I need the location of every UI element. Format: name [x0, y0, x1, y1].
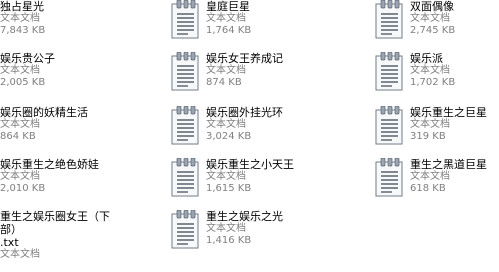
file-type: 文本文档	[410, 65, 450, 76]
file-item[interactable]: 娱乐派 文本文档 1,702 KB	[372, 52, 499, 102]
file-name: 娱乐重生之小天王	[206, 158, 294, 171]
file-name: 娱乐女王养成记	[206, 52, 283, 65]
file-size: 319 KB	[410, 131, 446, 142]
notepad-text-file-icon[interactable]	[372, 52, 406, 94]
file-item[interactable]: 娱乐女王养成记 文本文档 874 KB	[168, 52, 328, 102]
file-item[interactable]: 重生之黑道巨星 文本文档 618 KB	[372, 158, 499, 208]
file-type: 文本文档	[206, 171, 246, 182]
file-type: 文本文档	[0, 65, 40, 76]
file-text: 娱乐贵公子 文本文档 2,005 KB	[0, 52, 124, 89]
file-name: 娱乐重生之绝色娇娃	[0, 158, 99, 171]
file-list-view: 独占星光 文本文档 7,843 KB 皇庭巨星 文本文档 1,764 KB 双面偶像 文本文档…	[0, 0, 499, 272]
file-item[interactable]: 独占星光 文本文档 7,843 KB	[0, 0, 160, 50]
file-type: 文本文档	[0, 119, 40, 130]
file-size: 1,416 KB	[206, 235, 252, 246]
file-size: 874 KB	[206, 77, 242, 88]
file-item[interactable]: 娱乐重生之绝色娇娃 文本文档 2,010 KB	[0, 158, 160, 208]
file-item[interactable]: 娱乐圈外挂光环 文本文档 3,024 KB	[168, 106, 328, 156]
file-name: 独占星光	[0, 0, 44, 13]
file-name: 娱乐圈的妖精生活	[0, 106, 88, 119]
file-name: 重生之黑道巨星	[410, 158, 487, 171]
file-text: 重生之娱乐圈女王（下部） .txt 文本文档	[0, 210, 124, 261]
file-name: 娱乐圈外挂光环	[206, 106, 283, 119]
notepad-text-file-icon[interactable]	[372, 0, 406, 42]
notepad-text-file-icon[interactable]	[168, 0, 202, 42]
file-text: 娱乐重生之巨星 文本文档 319 KB	[410, 106, 499, 143]
file-size: 2,745 KB	[410, 25, 456, 36]
file-text: 娱乐圈外挂光环 文本文档 3,024 KB	[206, 106, 330, 143]
file-name: 娱乐派	[410, 52, 443, 65]
file-type: 文本文档	[0, 13, 40, 24]
file-type: 文本文档	[206, 65, 246, 76]
file-size: 2,010 KB	[0, 183, 46, 194]
file-name: 重生之娱乐圈女王（下部） .txt	[0, 210, 110, 249]
file-item[interactable]: 重生之娱乐圈女王（下部） .txt 文本文档	[0, 210, 160, 260]
file-type: 文本文档	[0, 171, 40, 182]
file-type: 文本文档	[410, 119, 450, 130]
file-type: 文本文档	[410, 171, 450, 182]
file-text: 双面偶像 文本文档 2,745 KB	[410, 0, 499, 37]
file-type: 文本文档	[206, 223, 246, 234]
file-item[interactable]: 娱乐圈的妖精生活 文本文档 864 KB	[0, 106, 160, 156]
file-item[interactable]: 皇庭巨星 文本文档 1,764 KB	[168, 0, 328, 50]
file-type: 文本文档	[206, 119, 246, 130]
file-size: 1,615 KB	[206, 183, 252, 194]
file-size: 7,843 KB	[0, 25, 46, 36]
file-size: 2,005 KB	[0, 77, 46, 88]
file-type: 文本文档	[410, 13, 450, 24]
file-type: 文本文档	[0, 249, 40, 260]
file-size: 1,764 KB	[206, 25, 252, 36]
file-name: 重生之娱乐之光	[206, 210, 283, 223]
file-text: 娱乐圈的妖精生活 文本文档 864 KB	[0, 106, 124, 143]
file-size: 1,702 KB	[410, 77, 456, 88]
file-name: 双面偶像	[410, 0, 454, 13]
file-text: 娱乐女王养成记 文本文档 874 KB	[206, 52, 330, 89]
file-text: 重生之黑道巨星 文本文档 618 KB	[410, 158, 499, 195]
notepad-text-file-icon[interactable]	[168, 106, 202, 148]
file-item[interactable]: 重生之娱乐之光 文本文档 1,416 KB	[168, 210, 328, 260]
notepad-text-file-icon[interactable]	[168, 158, 202, 200]
file-item[interactable]: 娱乐贵公子 文本文档 2,005 KB	[0, 52, 160, 102]
file-text: 重生之娱乐之光 文本文档 1,416 KB	[206, 210, 330, 247]
file-text: 娱乐派 文本文档 1,702 KB	[410, 52, 499, 89]
file-name: 娱乐重生之巨星	[410, 106, 487, 119]
file-text: 独占星光 文本文档 7,843 KB	[0, 0, 124, 37]
file-text: 娱乐重生之绝色娇娃 文本文档 2,010 KB	[0, 158, 124, 195]
notepad-text-file-icon[interactable]	[168, 52, 202, 94]
notepad-text-file-icon[interactable]	[372, 106, 406, 148]
file-item[interactable]: 娱乐重生之巨星 文本文档 319 KB	[372, 106, 499, 156]
file-size: 3,024 KB	[206, 131, 252, 142]
notepad-text-file-icon[interactable]	[168, 210, 202, 252]
file-name: 娱乐贵公子	[0, 52, 55, 65]
file-item[interactable]: 双面偶像 文本文档 2,745 KB	[372, 0, 499, 50]
notepad-text-file-icon[interactable]	[372, 158, 406, 200]
file-text: 皇庭巨星 文本文档 1,764 KB	[206, 0, 330, 37]
file-size: 864 KB	[0, 131, 36, 142]
file-name: 皇庭巨星	[206, 0, 250, 13]
file-size: 618 KB	[410, 183, 446, 194]
file-text: 娱乐重生之小天王 文本文档 1,615 KB	[206, 158, 330, 195]
file-item[interactable]: 娱乐重生之小天王 文本文档 1,615 KB	[168, 158, 328, 208]
file-type: 文本文档	[206, 13, 246, 24]
